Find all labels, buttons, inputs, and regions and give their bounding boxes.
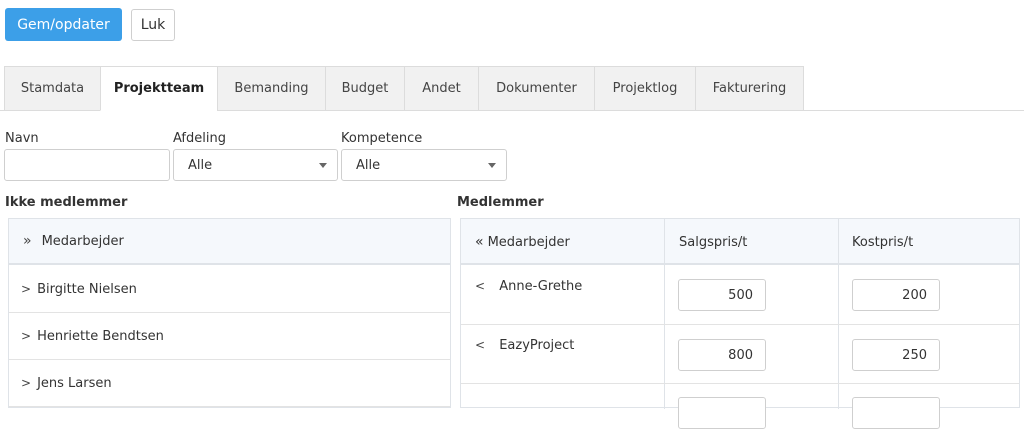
employee-name: Jens Larsen [37, 375, 112, 391]
members-title: Medlemmer [457, 195, 544, 210]
chevron-down-icon [488, 163, 496, 168]
competence-filter-label: Kompetence [341, 131, 423, 146]
column-header-employee: Medarbejder [487, 234, 570, 250]
non-member-row[interactable]: > Henriette Bendtsen [9, 313, 450, 360]
name-filter-label: Navn [5, 131, 39, 146]
tab-dokumenter[interactable]: Dokumenter [478, 66, 594, 111]
double-chevron-left-icon: « [475, 234, 484, 250]
chevron-right-icon: > [21, 282, 32, 296]
add-all-members-header[interactable]: » Medarbejder [9, 219, 450, 265]
employee-name: Henriette Bendtsen [37, 328, 164, 344]
chevron-left-icon: < [475, 279, 486, 293]
remove-member-button[interactable]: < Anne-Grethe [475, 279, 582, 294]
non-members-title: Ikke medlemmer [5, 195, 128, 210]
department-filter-label: Afdeling [173, 131, 226, 146]
close-button[interactable]: Luk [131, 9, 175, 41]
column-header-sales-price: Salgspris/t [679, 234, 748, 250]
competence-select[interactable]: Alle [341, 149, 507, 181]
members-table-header: « Medarbejder Salgspris/t Kostpris/t [461, 219, 1019, 265]
remove-all-members-header[interactable]: « Medarbejder [461, 219, 666, 265]
department-select-value: Alle [188, 157, 213, 173]
remove-member-button[interactable]: < EazyProject [475, 338, 574, 353]
members-table: « Medarbejder Salgspris/t Kostpris/t < A… [460, 218, 1020, 429]
chevron-down-icon [319, 163, 327, 168]
chevron-right-icon: > [21, 329, 32, 343]
tab-andet[interactable]: Andet [404, 66, 478, 111]
member-name: EazyProject [499, 338, 575, 353]
save-update-button[interactable]: Gem/opdater [5, 8, 122, 41]
tab-projektteam[interactable]: Projektteam [100, 66, 217, 111]
name-filter-input[interactable] [4, 149, 170, 181]
member-row: < EazyProject [461, 325, 1019, 384]
double-chevron-right-icon: » [23, 233, 32, 249]
sales-price-input[interactable] [678, 397, 766, 429]
tab-fakturering[interactable]: Fakturering [695, 66, 804, 111]
cost-price-input[interactable] [852, 279, 940, 311]
non-member-row[interactable]: > Birgitte Nielsen [9, 266, 450, 313]
member-name: Anne-Grethe [499, 279, 583, 294]
tab-bemanding[interactable]: Bemanding [217, 66, 325, 111]
chevron-left-icon: < [475, 338, 486, 352]
tab-stamdata[interactable]: Stamdata [4, 66, 100, 111]
column-header-cost-price: Kostpris/t [852, 234, 914, 250]
column-header-employee: Medarbejder [41, 233, 124, 249]
tab-budget[interactable]: Budget [325, 66, 404, 111]
chevron-right-icon: > [21, 376, 32, 390]
competence-select-value: Alle [356, 157, 381, 173]
employee-name: Birgitte Nielsen [37, 281, 137, 297]
sales-price-input[interactable] [678, 339, 766, 371]
member-row: < Anne-Grethe [461, 266, 1019, 325]
cost-price-input[interactable] [852, 397, 940, 429]
non-members-table: » Medarbejder > Birgitte Nielsen > Henri… [8, 218, 451, 408]
department-select[interactable]: Alle [173, 149, 338, 181]
cost-price-input[interactable] [852, 339, 940, 371]
member-row [461, 384, 1019, 443]
sales-price-input[interactable] [678, 279, 766, 311]
tab-projektlog[interactable]: Projektlog [594, 66, 695, 111]
